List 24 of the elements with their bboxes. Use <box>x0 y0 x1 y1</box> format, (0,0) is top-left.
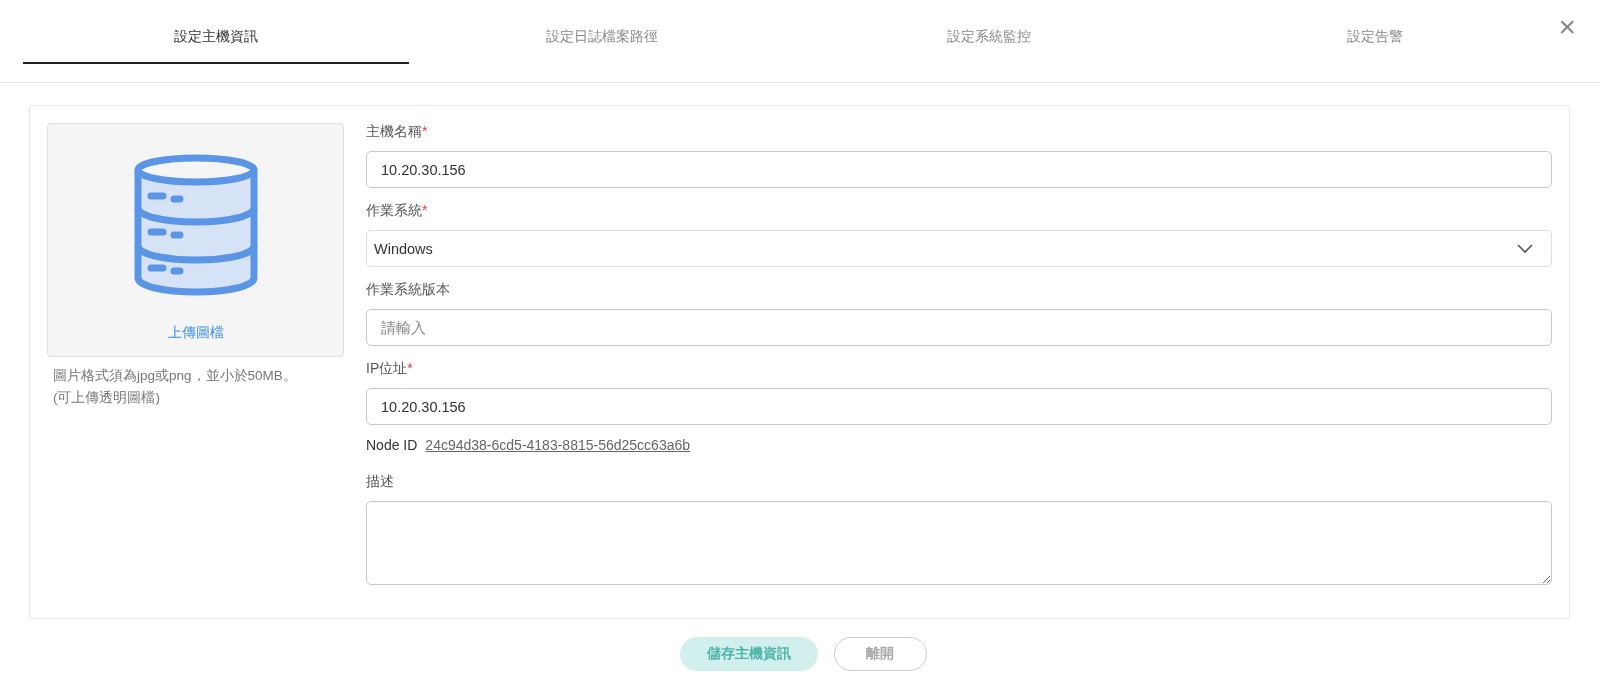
node-id-link[interactable]: 24c94d38-6cd5-4183-8815-56d25cc63a6b <box>425 437 691 453</box>
node-id-label: Node ID <box>366 437 418 453</box>
upload-hint-text: (可上傳透明圖檔) <box>53 389 161 407</box>
tab[interactable]: 設定日誌檔案路徑 <box>409 0 796 64</box>
field-label: 作業系統* <box>366 202 429 220</box>
input-field[interactable]: 10.20.30.156 <box>366 388 1552 425</box>
tab[interactable]: 設定系統監控 <box>795 0 1182 64</box>
field-label: 主機名稱* <box>366 123 429 141</box>
close-button[interactable]: × <box>1554 12 1580 42</box>
database-icon <box>133 154 258 296</box>
save-button[interactable]: 儲存主機資訊 <box>679 637 818 671</box>
description-field[interactable] <box>366 501 1552 585</box>
field-label: 作業系統版本 <box>366 281 451 299</box>
input-field[interactable]: 10.20.30.156 <box>366 151 1552 188</box>
field-label: IP位址* <box>366 360 414 378</box>
image-upload-area[interactable]: 上傳圖檔 <box>47 123 344 357</box>
select-field[interactable]: Windows <box>366 230 1552 267</box>
field-label: 描述 <box>366 473 395 491</box>
upload-hint-text: 圖片格式須為jpg或png，並小於50MB。 <box>53 367 298 385</box>
input-field[interactable]: 請輸入 <box>366 309 1552 346</box>
tab[interactable]: 設定主機資訊 <box>23 0 410 64</box>
upload-image-link[interactable]: 上傳圖檔 <box>167 324 224 342</box>
chevron-down-icon <box>1517 243 1533 254</box>
leave-button[interactable]: 離開 <box>833 637 927 671</box>
